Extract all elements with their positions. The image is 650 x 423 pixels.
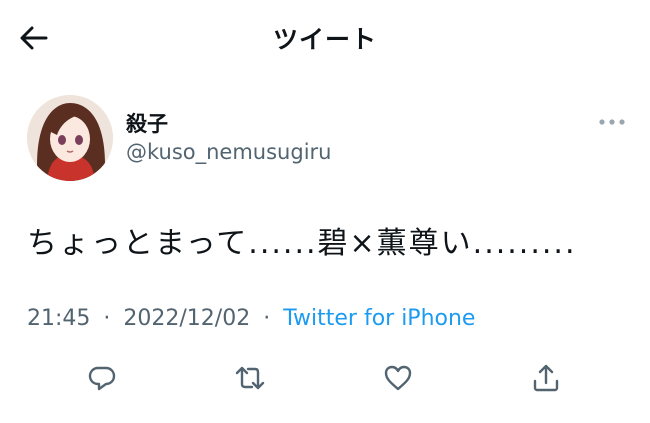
share-icon bbox=[533, 364, 559, 392]
ellipsis-icon bbox=[599, 119, 625, 125]
source-link[interactable]: Twitter for iPhone bbox=[283, 306, 475, 331]
like-button[interactable] bbox=[376, 356, 420, 400]
separator: · bbox=[263, 306, 271, 331]
retweet-icon bbox=[235, 366, 265, 390]
avatar[interactable] bbox=[27, 95, 113, 181]
page-title: ツイート bbox=[272, 25, 377, 54]
tweet-metadata: 21:45 · 2022/12/02 · Twitter for iPhone bbox=[27, 306, 475, 331]
share-button[interactable] bbox=[524, 356, 568, 400]
author-display-name[interactable]: 殺子 bbox=[126, 108, 168, 138]
retweet-button[interactable] bbox=[228, 356, 272, 400]
tweet-date[interactable]: 2022/12/02 bbox=[123, 306, 250, 331]
tweet-time[interactable]: 21:45 bbox=[27, 306, 90, 331]
more-options-button[interactable] bbox=[594, 110, 630, 134]
author-handle[interactable]: @kuso_nemusugiru bbox=[126, 140, 331, 164]
separator: · bbox=[103, 306, 111, 331]
top-bar: ツイート bbox=[0, 0, 650, 76]
like-icon bbox=[384, 365, 412, 391]
tweet-actions bbox=[0, 356, 650, 400]
tweet-text: ちょっとまって......碧×薫尊い......... bbox=[27, 226, 577, 261]
reply-button[interactable] bbox=[80, 356, 124, 400]
reply-icon bbox=[88, 366, 116, 391]
